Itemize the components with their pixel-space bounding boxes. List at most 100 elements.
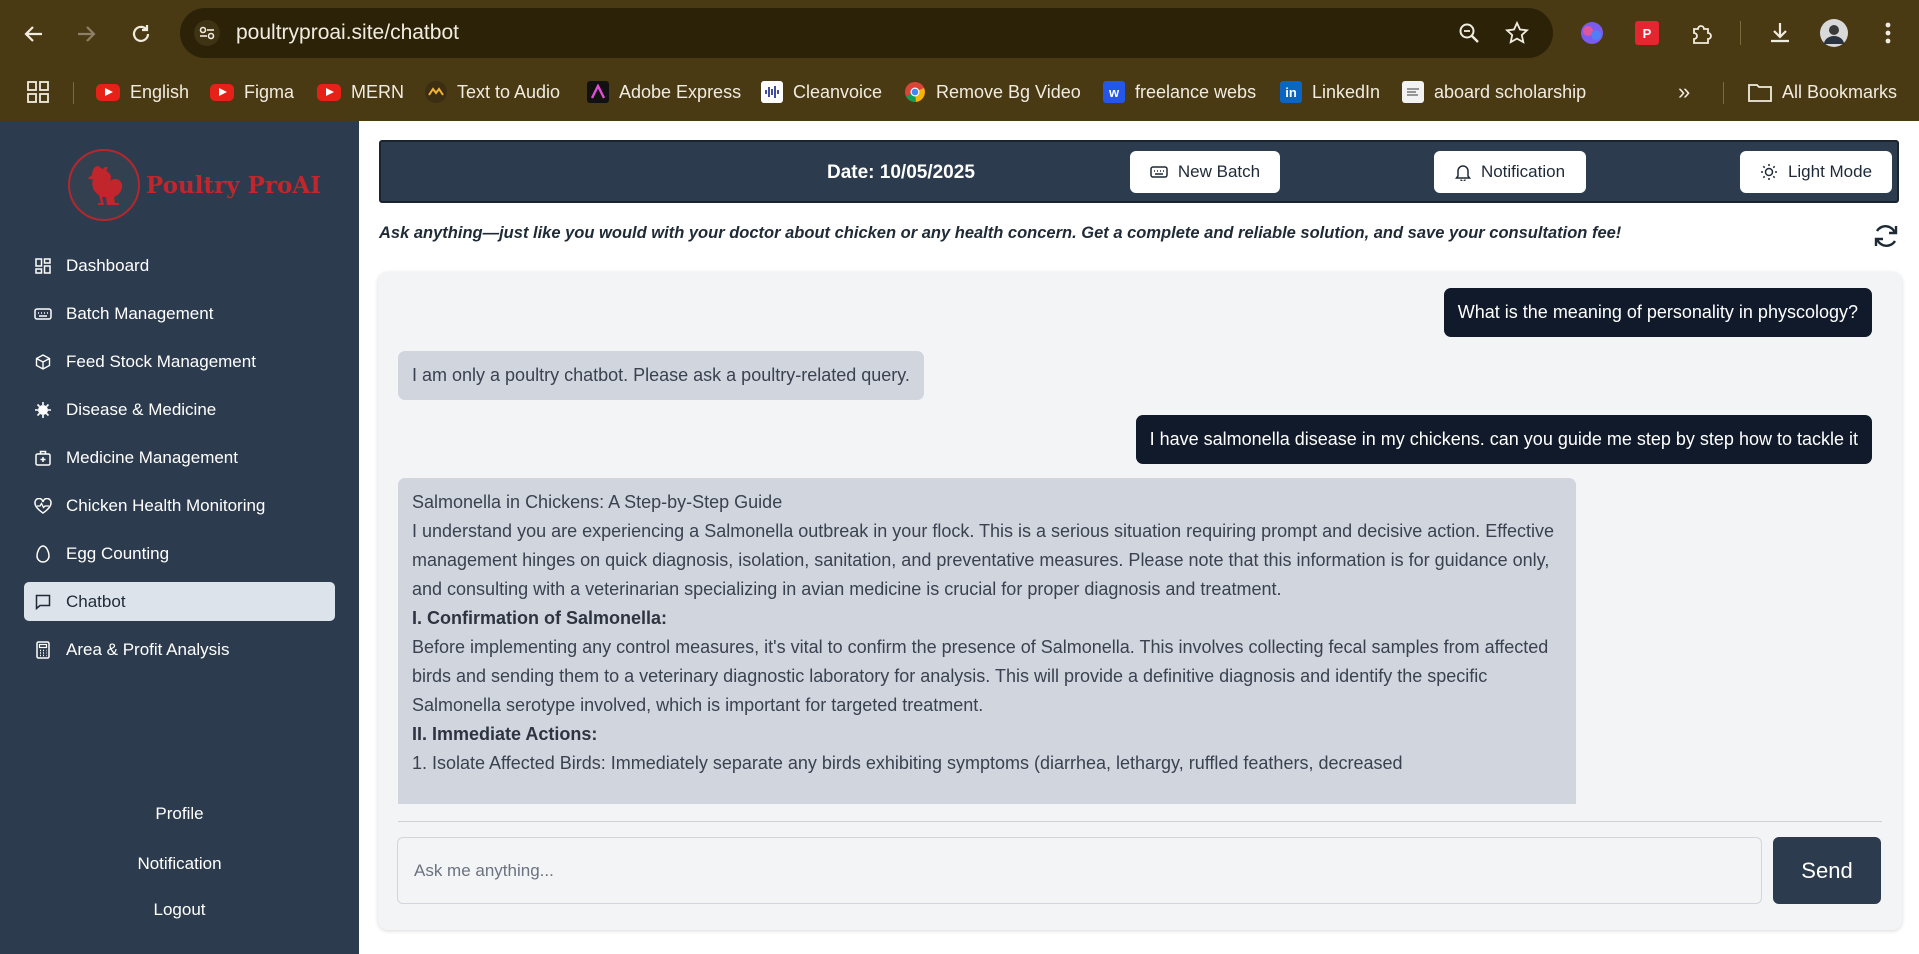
toolbar-divider [1740, 21, 1741, 45]
sidebar-item-label: Medicine Management [66, 447, 238, 467]
bookmark-label: MERN [351, 81, 404, 102]
notification-label: Notification [1480, 162, 1566, 181]
bookmark-cleanvoice[interactable]: Cleanvoice [761, 77, 882, 107]
sidebar-item-egg-counting[interactable]: Egg Counting [24, 534, 335, 573]
downloads-icon[interactable] [1764, 17, 1796, 49]
zoom-icon[interactable] [1456, 20, 1482, 46]
light-mode-button[interactable]: Light Mode [1740, 151, 1892, 193]
sidebar-item-batch-management[interactable]: Batch Management [24, 294, 335, 333]
bookmark-aboard-scholarship[interactable]: aboard scholarship [1402, 77, 1586, 107]
response-paragraph: Before implementing any control measures… [412, 637, 1549, 715]
bookmark-label: LinkedIn [1312, 81, 1381, 102]
top-bar: Date: 10/05/2025 New Batch Notification … [379, 140, 1899, 203]
response-heading: I. Confirmation of Salmonella: [412, 608, 668, 628]
sidebar-item-label: Disease & Medicine [66, 399, 217, 419]
reload-button[interactable] [121, 14, 161, 54]
sidebar-item-medicine-management[interactable]: Medicine Management [24, 438, 335, 477]
sidebar-item-chatbot[interactable]: Chatbot [24, 582, 335, 621]
bookmark-linkedin[interactable]: in LinkedIn [1280, 77, 1380, 107]
extension-red-icon[interactable]: P [1631, 17, 1663, 49]
site-settings-icon[interactable] [194, 20, 220, 46]
bookmark-label: aboard scholarship [1434, 81, 1587, 102]
adobe-icon [587, 81, 609, 103]
calculator-icon [34, 640, 52, 659]
reload-icon [132, 25, 150, 42]
chat-input[interactable] [397, 837, 1762, 904]
new-batch-label: New Batch [1177, 162, 1261, 181]
bookmark-label: Text to Audio [457, 81, 561, 102]
bookmark-mern[interactable]: MERN [317, 77, 404, 107]
keyboard-icon [1150, 166, 1168, 178]
profile-avatar-icon[interactable] [1818, 17, 1850, 49]
sidebar-item-label: Dashboard [66, 255, 150, 275]
grid-icon [34, 257, 52, 275]
sidebar-item-label: Chicken Health Monitoring [66, 495, 266, 515]
bookmark-remove-bg-video[interactable]: Remove Bg Video [904, 77, 1081, 107]
chrome-icon [904, 81, 926, 103]
logo-text: Poultry ProAI [146, 171, 321, 199]
response-title: Salmonella in Chickens: A Step-by-Step G… [412, 492, 783, 512]
back-button[interactable] [14, 14, 54, 54]
sidebar-item-label: Chatbot [66, 591, 126, 611]
refresh-chat-button[interactable] [1871, 221, 1901, 251]
user-message: What is the meaning of personality in ph… [1443, 288, 1872, 337]
bookmarks-bar: English Figma MERN Text to Audio Adobe E… [0, 67, 1919, 121]
menu-kebab-icon[interactable] [1872, 17, 1904, 49]
refresh-icon [1874, 225, 1898, 247]
bookmark-label: English [130, 81, 190, 102]
bookmarks-divider [1723, 82, 1724, 104]
profile-link[interactable]: Profile [0, 804, 359, 824]
sidebar-item-area-profit-analysis[interactable]: Area & Profit Analysis [24, 630, 335, 669]
new-batch-button[interactable]: New Batch [1130, 151, 1280, 193]
arrow-right-icon [78, 26, 96, 42]
youtube-icon [210, 83, 234, 101]
sidebar-item-chicken-health-monitoring[interactable]: Chicken Health Monitoring [24, 486, 335, 525]
youtube-icon [96, 83, 120, 101]
app: Poultry ProAI Dashboard Batch Management… [0, 121, 1919, 954]
sidebar-item-label: Feed Stock Management [66, 351, 256, 371]
bookmark-label: Figma [244, 81, 295, 102]
browser-toolbar: poultryproai.site/chatbot P [0, 0, 1919, 67]
all-bookmarks[interactable]: All Bookmarks [1748, 77, 1897, 107]
audio-icon [425, 81, 447, 103]
forward-button[interactable] [66, 14, 106, 54]
heart-pulse-icon [34, 497, 52, 515]
sidebar-item-disease-medicine[interactable]: Disease & Medicine [24, 390, 335, 429]
logo[interactable]: Poultry ProAI [68, 149, 321, 221]
medkit-icon [34, 449, 52, 467]
url-text: poultryproai.site/chatbot [236, 21, 459, 44]
apps-grid-icon[interactable] [27, 77, 49, 107]
sidebar-item-feed-stock-management[interactable]: Feed Stock Management [24, 342, 335, 381]
notification-button[interactable]: Notification [1434, 151, 1586, 193]
arrow-left-icon [24, 26, 42, 42]
notification-link[interactable]: Notification [0, 854, 359, 874]
bookmark-freelance-webs[interactable]: w freelance webs [1103, 77, 1256, 107]
bookmark-text-to-audio[interactable]: Text to Audio [425, 77, 560, 107]
bookmarks-divider [73, 82, 74, 104]
tagline: Ask anything—just like you would with yo… [379, 224, 1622, 242]
extension-brain-icon[interactable] [1576, 17, 1608, 49]
sun-icon [1760, 164, 1777, 180]
chat-panel: What is the meaning of personality in ph… [378, 272, 1902, 930]
extensions-puzzle-icon[interactable] [1686, 17, 1718, 49]
linkedin-icon: in [1280, 81, 1302, 103]
more-bookmarks-chevron-icon[interactable]: » [1678, 77, 1690, 107]
bookmark-figma[interactable]: Figma [210, 77, 294, 107]
address-bar[interactable]: poultryproai.site/chatbot [180, 8, 1553, 58]
bookmark-label: Adobe Express [619, 81, 742, 102]
webflow-icon: w [1103, 81, 1125, 103]
bot-message: I am only a poultry chatbot. Please ask … [398, 351, 924, 400]
youtube-icon [317, 83, 341, 101]
date-label: Date: 10/05/2025 [827, 162, 975, 183]
bookmark-star-icon[interactable] [1504, 20, 1530, 46]
egg-icon [34, 544, 52, 563]
response-paragraph: 1. Isolate Affected Birds: Immediately s… [412, 753, 1403, 773]
bookmark-adobe-express[interactable]: Adobe Express [587, 77, 741, 107]
message-list[interactable]: What is the meaning of personality in ph… [378, 272, 1902, 804]
bookmark-english[interactable]: English [96, 77, 189, 107]
sidebar-item-dashboard[interactable]: Dashboard [24, 246, 335, 285]
folder-icon [1748, 84, 1772, 102]
send-button[interactable]: Send [1773, 837, 1881, 904]
composer-divider [398, 821, 1882, 822]
logout-link[interactable]: Logout [0, 900, 359, 920]
